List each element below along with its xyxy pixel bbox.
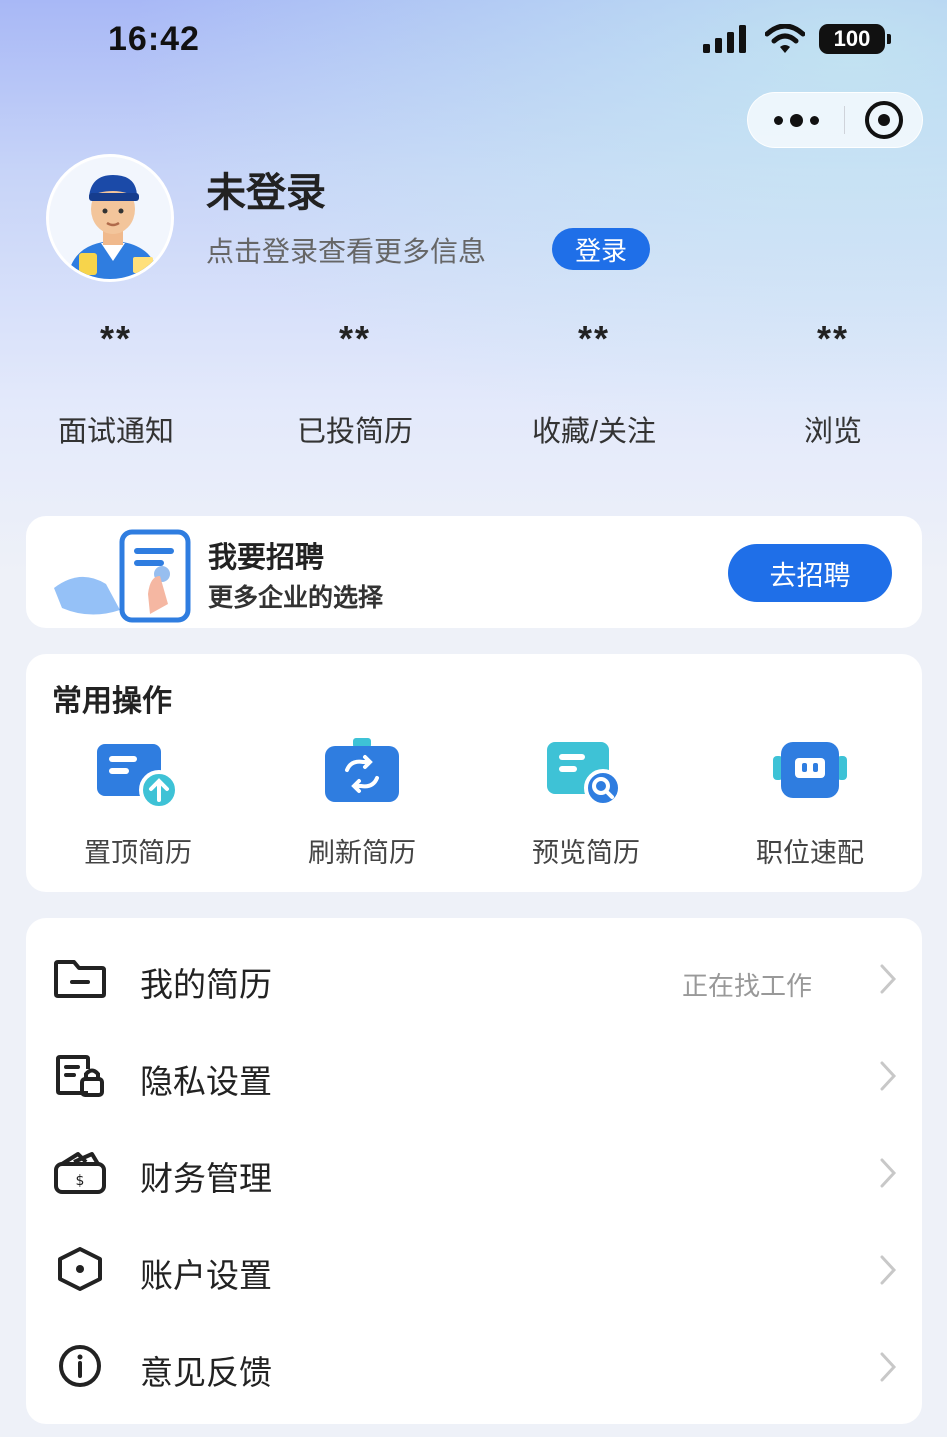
settings-menu-card: 我的简历 正在找工作 隐私设置 $ 财务管理 账户设置 意见反馈 [26,918,922,1424]
avatar[interactable] [46,154,174,282]
op-pin-resume[interactable]: 置顶简历 [48,736,228,870]
op-label: 刷新简历 [308,838,416,868]
op-refresh-resume[interactable]: 刷新简历 [272,736,452,870]
common-ops-title: 常用操作 [52,685,172,718]
recruit-title: 我要招聘 [208,542,325,574]
common-ops-card: 常用操作 置顶简历 刷新简历 预览简历 职位速配 [26,654,922,892]
signal-icon [703,25,746,53]
stat-value: ** [338,318,372,359]
menu-label: 财务管理 [140,1160,272,1197]
menu-label: 我的简历 [140,966,272,1003]
menu-item-finance[interactable]: $ 财务管理 [26,1122,922,1219]
profile-hint[interactable]: 点击登录查看更多信息 [206,230,486,270]
op-label: 置顶简历 [84,838,192,868]
refresh-resume-icon [325,738,399,802]
op-preview-resume[interactable]: 预览简历 [496,736,676,870]
menu-label: 意见反馈 [140,1354,272,1391]
stat-value: ** [816,318,850,359]
info-icon [59,1345,101,1387]
hexagon-settings-icon [58,1247,102,1291]
menu-item-feedback[interactable]: 意见反馈 [26,1316,922,1413]
status-bar: 16:42 100 [0,0,947,82]
stat-label: 浏览 [803,416,862,448]
target-icon [864,101,903,139]
op-job-match[interactable]: 职位速配 [720,736,900,870]
stat-label: 已投简历 [296,416,413,448]
preview-resume-icon [547,742,622,807]
stat-label: 收藏/关注 [531,416,657,448]
chevron-right-icon [880,1158,897,1188]
chevron-right-icon [880,1352,897,1382]
menu-item-privacy[interactable]: 隐私设置 [26,1025,922,1122]
svg-text:$: $ [76,1173,85,1189]
stat-value: ** [577,318,611,359]
chevron-right-icon [880,964,897,994]
status-time: 16:42 [108,20,200,58]
menu-label: 隐私设置 [140,1063,272,1100]
menu-item-account[interactable]: 账户设置 [26,1219,922,1316]
wifi-icon [765,24,805,53]
chevron-right-icon [880,1255,897,1285]
stat-views[interactable]: ** 浏览 [723,318,943,450]
recruit-phone-icon [54,529,191,623]
stat-label: 面试通知 [57,416,174,448]
job-status-text: 正在找工作 [681,971,812,1001]
folder-icon [54,960,106,998]
battery-level: 100 [833,26,871,51]
profile-name[interactable]: 未登录 [206,160,326,218]
recruit-subtitle: 更多企业的选择 [208,584,384,612]
wallet-icon: $ [54,1152,106,1194]
recruit-card[interactable]: 我要招聘 更多企业的选择 去招聘 [26,516,922,628]
privacy-lock-icon [56,1055,104,1097]
worker-avatar-icon [49,157,171,279]
pin-resume-icon [97,744,179,810]
op-label: 预览简历 [532,838,640,868]
menu-item-my-resume[interactable]: 我的简历 正在找工作 [26,928,922,1025]
stat-favorites[interactable]: ** 收藏/关注 [484,318,704,450]
login-button[interactable]: 登录 [552,228,650,270]
job-match-icon [773,742,847,798]
close-miniprogram-button[interactable] [845,101,922,139]
battery-icon: 100 [819,24,891,54]
op-label: 职位速配 [756,838,864,868]
stat-value: ** [99,318,133,359]
chevron-right-icon [880,1061,897,1091]
stat-interview-notice[interactable]: ** 面试通知 [6,318,226,450]
more-dots-icon[interactable] [748,93,844,147]
go-recruit-button[interactable]: 去招聘 [728,544,892,602]
stat-submitted-resumes[interactable]: ** 已投简历 [245,318,465,450]
miniprogram-capsule [747,92,923,148]
status-icons: 100 [703,24,891,54]
menu-label: 账户设置 [140,1257,272,1294]
